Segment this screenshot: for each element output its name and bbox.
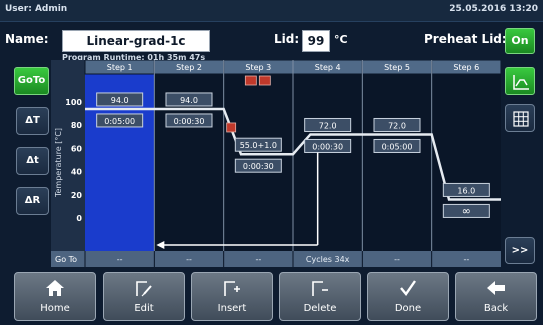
edit-label: Edit <box>134 303 154 314</box>
step-temperature-value: 55.0+1.0 <box>240 141 277 150</box>
step-time-value: ∞ <box>462 204 471 217</box>
delta-time-button[interactable]: Δt <box>16 147 49 175</box>
goto-cell: -- <box>117 255 123 264</box>
graph-icon <box>513 75 529 90</box>
step-time-value: 0:00:30 <box>174 117 205 126</box>
step-marker <box>244 75 257 86</box>
y-tick-label: 20 <box>71 191 83 200</box>
back-label: Back <box>483 303 509 314</box>
step-temperature-value: 72.0 <box>388 121 406 130</box>
step-temperature-value: 94.0 <box>111 96 129 105</box>
step-header-label: Step 1 <box>107 63 133 72</box>
lid-label: Lid: <box>274 32 300 46</box>
step-temperature-value: 94.0 <box>180 96 198 105</box>
lid-unit: °C <box>334 33 348 46</box>
step-time-value: 0:00:30 <box>243 162 274 171</box>
done-button[interactable]: Done <box>367 272 449 321</box>
step-time-value: 0:00:30 <box>312 142 343 151</box>
table-icon <box>513 111 529 127</box>
goto-button[interactable]: GoTo <box>14 67 49 95</box>
step-header-label: Step 5 <box>384 63 410 72</box>
name-label: Name: <box>5 32 49 46</box>
y-tick-label: 100 <box>65 98 82 107</box>
y-tick-label: 60 <box>71 144 83 153</box>
delete-step-icon <box>280 278 360 300</box>
step-temperature-value: 72.0 <box>319 121 337 130</box>
edit-icon <box>104 278 184 300</box>
step-header-label: Step 3 <box>245 63 271 72</box>
home-icon <box>15 278 95 300</box>
delete-label: Delete <box>303 303 337 314</box>
step-header-label: Step 6 <box>453 63 479 72</box>
goto-cell: -- <box>394 255 400 264</box>
home-button[interactable]: Home <box>14 272 96 321</box>
insert-step-icon <box>192 278 272 300</box>
y-axis-label: Temperature [°C] <box>54 128 63 198</box>
checkmark-icon <box>368 278 448 300</box>
step-header-label: Step 4 <box>315 63 341 72</box>
step-header-label: Step 2 <box>176 63 202 72</box>
step-temperature-value: 16.0 <box>457 186 475 195</box>
goto-cell: Cycles 34x <box>306 255 350 264</box>
goto-cell: -- <box>463 255 469 264</box>
delete-button[interactable]: Delete <box>279 272 361 321</box>
user-label: User: Admin <box>5 4 68 14</box>
back-arrow-icon <box>456 278 536 300</box>
goto-cell: -- <box>255 255 261 264</box>
insert-button[interactable]: Insert <box>191 272 273 321</box>
step-time-value: 0:05:00 <box>104 117 135 126</box>
program-name-field[interactable]: Linear-grad-1c <box>62 30 210 52</box>
preheat-lid-toggle[interactable]: On <box>505 28 535 54</box>
next-page-button[interactable]: >> <box>505 237 535 264</box>
insert-label: Insert <box>217 303 247 314</box>
delta-temperature-button[interactable]: ΔT <box>16 107 49 135</box>
lid-temperature-field[interactable]: 99 <box>302 30 330 52</box>
status-bar: User: Admin 25.05.2016 13:20 <box>0 0 543 22</box>
step-time-value: 0:05:00 <box>382 142 413 151</box>
graph-view-button[interactable] <box>505 67 535 95</box>
y-tick-label: 80 <box>71 121 83 130</box>
done-label: Done <box>394 303 422 314</box>
back-button[interactable]: Back <box>455 272 537 321</box>
goto-cell: -- <box>186 255 192 264</box>
goto-row-label: Go To <box>55 255 77 264</box>
step-marker <box>226 122 237 133</box>
preheat-lid-label: Preheat Lid: <box>424 32 507 46</box>
temperature-profile-chart: Temperature [°C] 100 80 60 40 20 0 Step 1 Step 2… <box>51 60 501 267</box>
home-label: Home <box>40 303 70 314</box>
step-marker <box>258 75 271 86</box>
datetime: 25.05.2016 13:20 <box>449 4 538 14</box>
table-view-button[interactable] <box>505 104 535 132</box>
y-tick-label: 40 <box>71 168 83 177</box>
edit-button[interactable]: Edit <box>103 272 185 321</box>
delta-rate-button[interactable]: ΔR <box>16 187 49 215</box>
y-tick-label: 0 <box>76 214 82 223</box>
